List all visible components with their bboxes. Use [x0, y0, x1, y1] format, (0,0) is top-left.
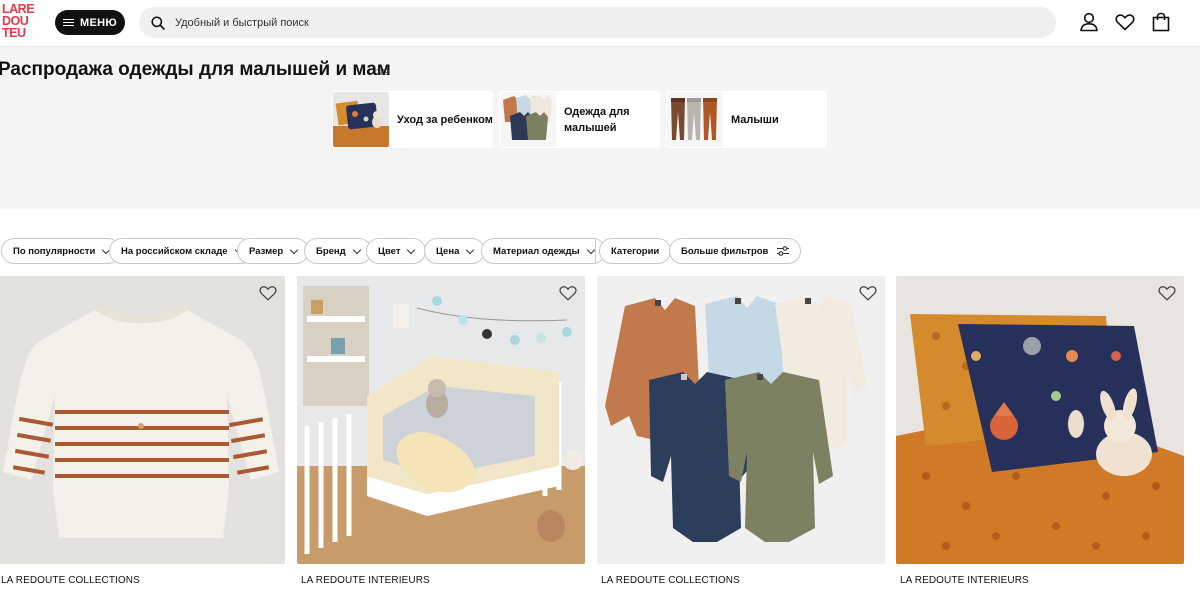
chevron-down-icon	[352, 245, 361, 254]
category-label-line-2: малышей	[564, 121, 617, 134]
menu-button[interactable]: МЕНЮ	[55, 10, 125, 35]
filter-price-dropdown[interactable]: Цена	[424, 238, 486, 264]
filter-categories-button[interactable]: Категории	[599, 238, 672, 264]
category-label: Одежда для малышей	[564, 104, 630, 136]
chevron-down-icon	[466, 245, 475, 254]
product-card[interactable]: LA REDOUTE INTERIEURS	[297, 276, 585, 589]
sort-popularity-dropdown[interactable]: По популярности	[1, 238, 122, 264]
product-image-baby-bodysuits[interactable]	[597, 276, 885, 564]
category-card-baby-clothes[interactable]: Одежда для малышей	[499, 91, 660, 148]
product-brand: LA REDOUTE INTERIEURS	[301, 575, 430, 586]
page-title: Распродажа одежды для малышей и мам	[0, 59, 391, 80]
hamburger-icon	[63, 18, 74, 27]
chip-label: Бренд	[316, 245, 346, 257]
menu-label: МЕНЮ	[80, 16, 117, 29]
category-thumbnail	[500, 92, 556, 147]
chip-label: Цвет	[378, 245, 401, 257]
add-to-wishlist-heart-icon[interactable]	[258, 283, 278, 303]
chip-label: Категории	[611, 245, 660, 257]
product-brand: LA REDOUTE COLLECTIONS	[1, 575, 140, 586]
chevron-down-icon	[586, 245, 595, 254]
chip-label: Цена	[436, 245, 460, 257]
product-image-crib-bumper[interactable]	[297, 276, 585, 564]
product-image-pillowcase-set[interactable]	[896, 276, 1184, 564]
filter-divider	[595, 240, 596, 262]
chip-label: По популярности	[13, 245, 96, 257]
hero-section: Распродажа одежды для малышей и мам 289 …	[0, 46, 1200, 209]
chip-label: Больше фильтров	[681, 245, 769, 257]
account-icon[interactable]	[1078, 11, 1100, 33]
category-card-baby-care[interactable]: Уход за ребенком	[332, 91, 493, 148]
category-thumbnail	[667, 92, 723, 147]
product-card[interactable]: LA REDOUTE COLLECTIONS	[0, 276, 285, 589]
search-bar[interactable]	[139, 7, 1056, 38]
category-label: Уход за ребенком	[397, 113, 493, 126]
sliders-icon	[777, 246, 790, 256]
filter-material-dropdown[interactable]: Материал одежды	[481, 238, 606, 264]
chip-label: Материал одежды	[493, 245, 580, 257]
product-card[interactable]: LA REDOUTE COLLECTIONS	[597, 276, 885, 589]
filter-color-dropdown[interactable]: Цвет	[366, 238, 427, 264]
result-count: 289	[376, 68, 390, 77]
chevron-down-icon	[289, 245, 299, 254]
add-to-wishlist-heart-icon[interactable]	[558, 283, 578, 303]
logo[interactable]: LARE DOU TEU	[2, 3, 40, 41]
search-icon	[151, 15, 165, 30]
category-label: Малыши	[731, 113, 779, 126]
category-card-babies[interactable]: Малыши	[666, 91, 827, 148]
filter-russian-warehouse-dropdown[interactable]: На российском складе	[109, 238, 254, 264]
search-input[interactable]	[175, 16, 975, 29]
category-label-line-1: Одежда для	[564, 105, 630, 118]
bag-icon[interactable]	[1150, 11, 1172, 33]
chip-label: На российском складе	[121, 245, 228, 257]
category-thumbnail	[333, 92, 389, 147]
more-filters-button[interactable]: Больше фильтров	[669, 238, 802, 264]
logo-line-3: TEU	[2, 26, 26, 40]
add-to-wishlist-heart-icon[interactable]	[1157, 283, 1177, 303]
site-header: LARE DOU TEU МЕНЮ	[0, 0, 1200, 46]
product-image-striped-sweater[interactable]	[0, 276, 285, 564]
chevron-down-icon	[407, 245, 416, 254]
chip-label: Размер	[249, 245, 284, 257]
product-card[interactable]: LA REDOUTE INTERIEURS	[896, 276, 1184, 589]
add-to-wishlist-heart-icon[interactable]	[858, 283, 878, 303]
filter-size-dropdown[interactable]: Размер	[237, 238, 310, 264]
filter-bar: По популярности На российском складе Раз…	[0, 238, 1200, 264]
product-brand: LA REDOUTE COLLECTIONS	[601, 575, 740, 586]
heart-icon[interactable]	[1114, 11, 1136, 33]
filter-brand-dropdown[interactable]: Бренд	[304, 238, 372, 264]
product-brand: LA REDOUTE INTERIEURS	[900, 575, 1029, 586]
